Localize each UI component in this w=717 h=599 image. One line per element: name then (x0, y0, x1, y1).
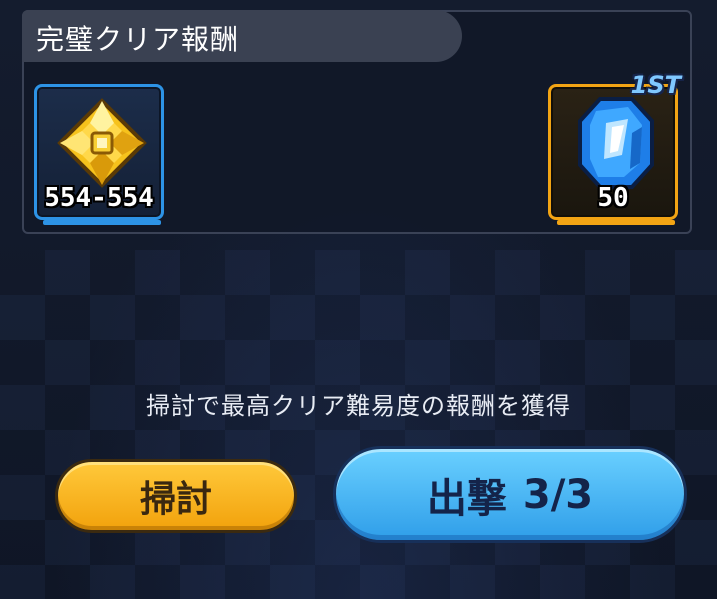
sortie-button-label: 出撃 (426, 475, 507, 522)
background-pattern (0, 250, 717, 599)
sweep-button-label: 掃討 (139, 479, 212, 520)
slot-underline (557, 220, 675, 225)
blue-crystal-icon (578, 97, 654, 189)
reward-slot-blue-crystal[interactable]: 1ST 50 (548, 71, 681, 225)
sweep-info-text: 掃討で最高クリア難易度の報酬を獲得 (146, 392, 571, 420)
reward-count: 554-554 (44, 183, 154, 213)
reward-slot-gold-gem[interactable]: 554-554 (34, 84, 164, 225)
slot-underline (43, 220, 161, 225)
sortie-count: 3/3 (522, 471, 594, 518)
perfect-clear-reward-panel: 完璧クリア報酬 554-554 1ST 50 (22, 10, 692, 234)
sortie-button[interactable]: 出撃 3/3 (333, 446, 687, 543)
sweep-button[interactable]: 掃討 (55, 459, 297, 533)
panel-header: 完璧クリア報酬 (22, 10, 462, 62)
reward-count: 50 (597, 183, 629, 213)
gold-gem-crest-icon (57, 98, 147, 188)
panel-title: 完璧クリア報酬 (36, 23, 240, 56)
